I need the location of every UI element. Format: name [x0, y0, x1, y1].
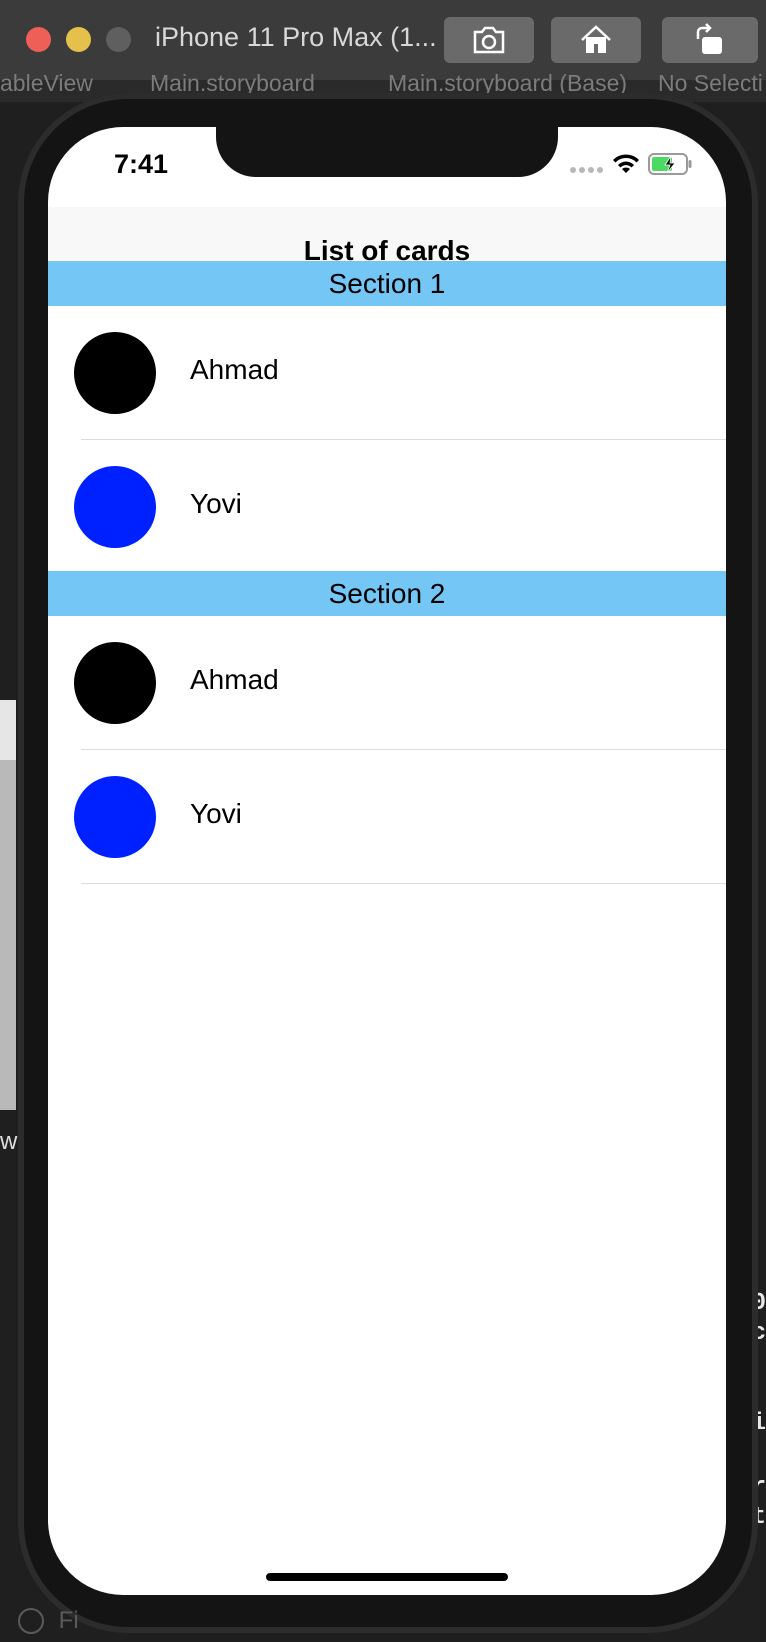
side-panel-strip: [0, 700, 16, 1110]
close-window-button[interactable]: [26, 27, 51, 52]
screenshot-button[interactable]: [444, 17, 534, 63]
notch: [216, 127, 558, 177]
avatar: [74, 776, 156, 858]
window-title: iPhone 11 Pro Max (1...: [155, 22, 437, 52]
side-letter: w: [0, 1128, 18, 1155]
filter-icon: [18, 1607, 44, 1634]
home-indicator[interactable]: [266, 1573, 508, 1581]
avatar: [74, 466, 156, 548]
home-button[interactable]: [551, 17, 641, 63]
list-item[interactable]: Ahmad: [48, 306, 726, 440]
breadcrumb-item[interactable]: No Selecti: [658, 70, 763, 97]
side-panel-strip: [0, 700, 16, 760]
device-screen: 7:41 List of cards Section 1 Ahmad Yovi …: [48, 127, 726, 1595]
battery-icon: [648, 153, 692, 175]
avatar: [74, 642, 156, 724]
cellular-signal-icon: [570, 167, 604, 173]
rotate-button[interactable]: [662, 17, 758, 63]
breadcrumb-item[interactable]: ableView: [0, 70, 93, 97]
list-item[interactable]: Ahmad: [48, 616, 726, 750]
list-item[interactable]: Yovi: [48, 750, 726, 884]
wifi-icon: [613, 154, 639, 173]
camera-icon: [473, 26, 505, 54]
filter-placeholder: Fi: [58, 1606, 79, 1634]
list-item-label: Yovi: [190, 488, 242, 519]
row-separator: [81, 883, 726, 884]
list-item[interactable]: Yovi: [48, 440, 726, 571]
avatar: [74, 332, 156, 414]
home-icon: [581, 25, 611, 53]
section-header: Section 1: [48, 261, 726, 306]
filter-field[interactable]: Fi: [18, 1606, 79, 1636]
list-item-label: Ahmad: [190, 354, 279, 385]
rotate-icon: [696, 23, 722, 54]
list-item-label: Ahmad: [190, 664, 279, 695]
minimize-window-button[interactable]: [66, 27, 91, 52]
section-header: Section 2: [48, 571, 726, 616]
status-time: 7:41: [114, 149, 169, 179]
list-item-label: Yovi: [190, 798, 242, 829]
zoom-window-button[interactable]: [106, 27, 131, 52]
